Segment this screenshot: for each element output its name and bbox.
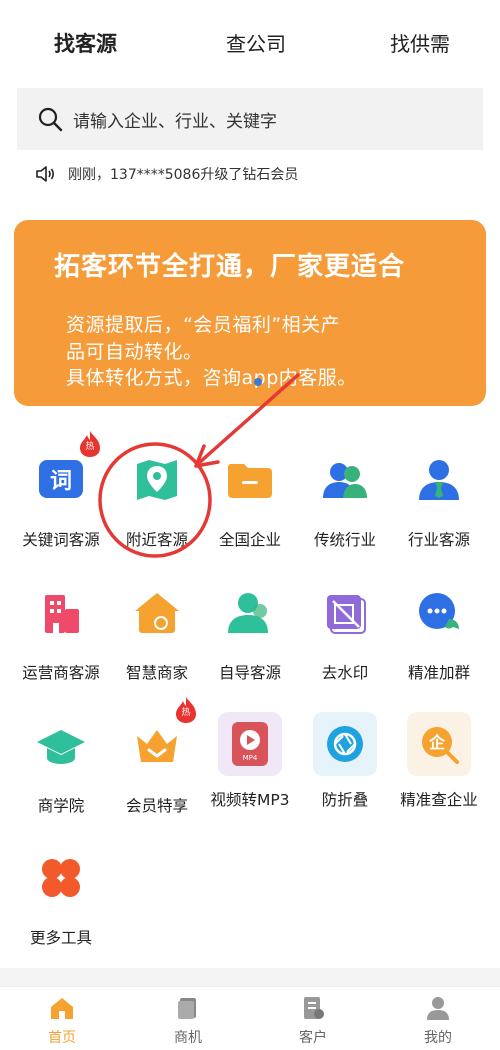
tool-more-tools[interactable]: 更多工具 [11,850,111,948]
nav-customers[interactable]: 客户 [273,995,353,1047]
company-icon-text: 企 [428,733,446,752]
video-play-icon: MP4 [218,712,282,776]
tool-precise-company-search[interactable]: 企 精准查企业 [389,712,489,810]
keyword-icon-text: 词 [50,469,72,494]
aperture-icon [313,712,377,776]
banner-text-line: 资源提取后，“会员福利”相关产 [66,314,341,336]
hot-badge: 热 [175,696,197,724]
keyword-icon: 词 [39,460,83,498]
search-bar[interactable]: 请输入企业、行业、关键字 [17,88,483,150]
banner-text-line: 具体转化方式，咨询app内客服。 [66,367,357,389]
tool-label: 会员特享 [125,797,188,815]
notice-bar: 刚刚，137****5086升级了钻石会员 [34,163,298,185]
tool-industry-customers[interactable]: 行业客源 [389,452,489,550]
user-tie-icon [419,460,459,500]
tool-label: 去水印 [321,664,369,682]
profile-icon [427,997,449,1020]
tool-traditional-industry[interactable]: 传统行业 [295,452,395,550]
tool-label: 精准加群 [407,664,470,682]
opportunity-icon [178,998,196,1019]
search-icon [38,107,63,132]
tool-member-exclusive[interactable]: 热 会员特享 [107,697,207,816]
promo-banner[interactable]: 拓客环节全打通，厂家更适合 资源提取后，“会员福利”相关产 品可自动转化。 具体… [14,220,486,406]
bottom-nav: 首页 商机 客户 我的 [0,986,500,1050]
map-pin-icon [137,460,177,500]
carousel-indicator [254,378,262,386]
tool-label: 关键词客源 [22,531,100,549]
tool-national-enterprises[interactable]: 全国企业 [200,452,300,550]
tab-find-supply[interactable]: 找供需 [390,28,450,57]
section-divider [0,968,500,986]
search-company-icon: 企 [407,712,471,776]
hot-badge: 热 [79,430,101,458]
tool-precise-group-join[interactable]: 精准加群 [389,585,489,683]
tool-label: 运营商客源 [22,664,100,682]
nav-home[interactable]: 首页 [22,995,102,1047]
tool-label: 行业客源 [407,531,470,549]
watermark-icon [327,595,366,634]
tool-nearby-customers[interactable]: 附近客源 [107,452,207,550]
notice-text: 刚刚，137****5086升级了钻石会员 [68,167,299,183]
tool-label: 更多工具 [29,929,92,947]
tool-keyword-customers[interactable]: 词 热 关键词客源 [11,431,111,550]
top-tab-bar: 找客源 查公司 找供需 [0,0,500,90]
tab-check-company[interactable]: 查公司 [226,28,286,57]
tool-operator-customers[interactable]: 运营商客源 [11,585,111,683]
folder-icon [228,464,272,498]
nav-profile[interactable]: 我的 [398,995,478,1047]
tool-remove-watermark[interactable]: 去水印 [295,585,395,683]
tool-label: 防折叠 [321,791,369,809]
tab-find-customers[interactable]: 找客源 [54,28,117,58]
tool-self-guided-customers[interactable]: 自导客源 [200,585,300,683]
person-icon [228,593,268,633]
home-icon [51,998,73,1019]
tool-label: 精准查企业 [400,791,478,809]
tool-label: 附近客源 [125,531,188,549]
tool-label: 全国企业 [218,531,281,549]
banner-text-line: 品可自动转化。 [66,341,203,363]
tool-label: 智慧商家 [125,664,188,682]
crown-icon [137,730,177,762]
graduation-cap-icon [37,730,85,764]
search-input[interactable]: 请输入企业、行业、关键字 [73,107,277,132]
tool-label: 商学院 [37,797,85,815]
nav-opportunities[interactable]: 商机 [148,995,228,1047]
grid-more-icon [42,859,80,897]
speaker-icon [36,166,55,182]
tool-business-school[interactable]: 商学院 [11,718,111,816]
users-icon [323,463,367,498]
chat-group-icon [419,593,459,629]
tool-label: 传统行业 [313,531,376,549]
tool-label: 视频转MP3 [210,791,290,809]
customer-icon [304,997,324,1019]
tool-label: 自导客源 [218,664,281,682]
tool-anti-fold[interactable]: 防折叠 [295,712,395,810]
building-icon [45,595,79,633]
mp4-icon-text: MP4 [243,754,258,762]
tool-smart-merchants[interactable]: 智慧商家 [107,585,207,683]
shop-icon [135,593,179,633]
banner-title: 拓客环节全打通，厂家更适合 [54,252,406,282]
tool-video-to-mp3[interactable]: MP4 视频转MP3 [200,712,300,810]
